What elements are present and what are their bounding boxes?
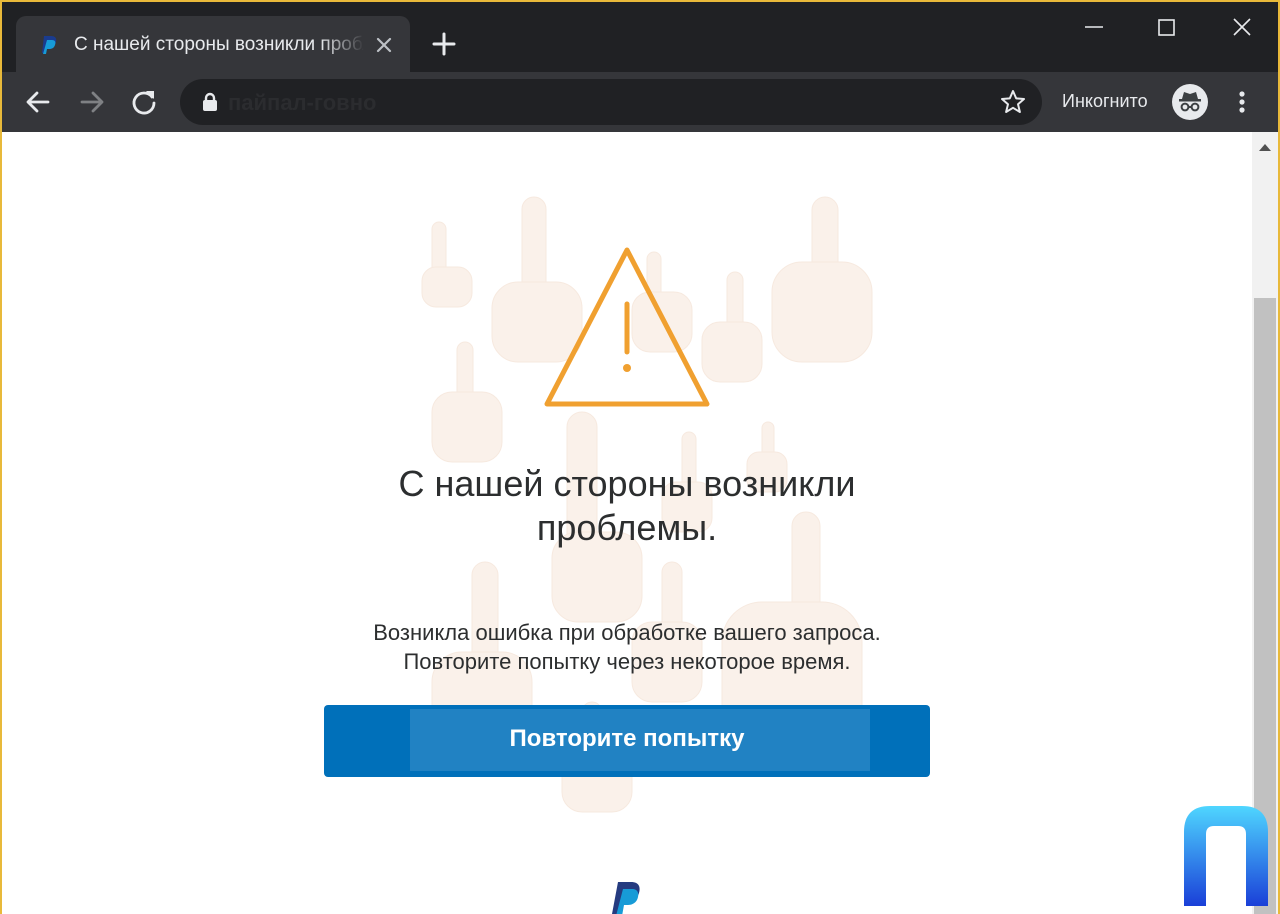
incognito-icon[interactable]: [1172, 84, 1208, 120]
paypal-icon: [42, 36, 57, 54]
corner-watermark-logo: [1184, 806, 1268, 906]
vertical-scrollbar[interactable]: [1252, 132, 1278, 914]
address-url: пайпал-говно: [228, 90, 377, 115]
browser-window: С нашей стороны возникли проблемы.: [2, 2, 1278, 914]
incognito-glyph-icon: [1179, 92, 1201, 112]
page-title-line-1: С нашей стороны возникли: [398, 463, 856, 504]
retry-button[interactable]: Повторите попытку: [324, 705, 930, 777]
plus-icon[interactable]: [430, 30, 458, 58]
window-close-icon[interactable]: [1222, 12, 1262, 42]
retry-button-label: Повторите попытку: [509, 725, 745, 752]
incognito-label: Инкогнито: [1062, 91, 1148, 111]
error-description: Возникла ошибка при обработке вашего зап…: [302, 618, 952, 676]
tab-strip: С нашей стороны возникли проблемы.: [2, 2, 1278, 72]
paypal-logo-icon: [612, 882, 640, 914]
address-bar[interactable]: пайпал-говно: [180, 79, 1042, 125]
page-title: С нашей стороны возникли проблемы.: [302, 462, 952, 550]
error-description-line-2: Повторите попытку через некоторое время.: [403, 649, 851, 674]
minimize-icon[interactable]: [1074, 12, 1114, 42]
error-description-line-1: Возникла ошибка при обработке вашего зап…: [373, 620, 881, 645]
kebab-menu-icon[interactable]: [1230, 88, 1254, 116]
close-icon[interactable]: [371, 32, 397, 58]
lock-icon: [203, 92, 217, 111]
tab-title: С нашей стороны возникли проблемы.: [74, 34, 364, 55]
arrow-left-icon[interactable]: [24, 88, 52, 116]
browser-tab[interactable]: С нашей стороны возникли проблемы.: [16, 16, 410, 72]
page-content: С нашей стороны возникли проблемы. Возни…: [2, 132, 1252, 914]
scroll-up-arrow-icon[interactable]: [1258, 142, 1272, 152]
page-title-line-2: проблемы.: [536, 507, 718, 548]
star-icon[interactable]: [1000, 89, 1026, 115]
reload-icon[interactable]: [130, 88, 158, 116]
browser-toolbar: пайпал-говно Инкогнито: [2, 72, 1278, 132]
maximize-icon[interactable]: [1146, 12, 1186, 42]
warning-triangle-icon: [544, 247, 710, 407]
arrow-right-icon[interactable]: [78, 88, 106, 116]
